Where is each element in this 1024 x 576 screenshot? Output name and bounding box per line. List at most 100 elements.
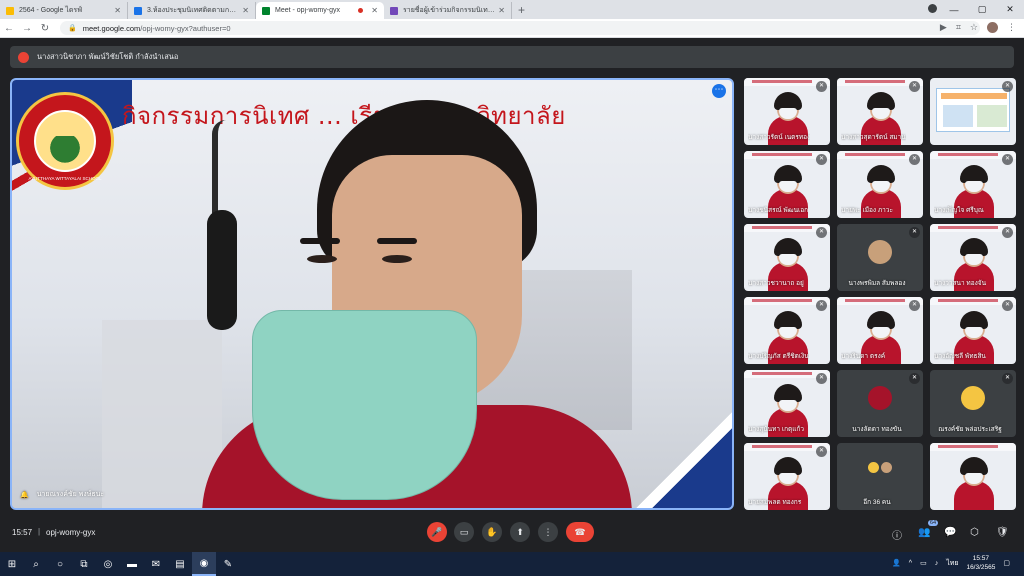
- mic-off-icon: ✕: [1002, 227, 1013, 238]
- close-window-button[interactable]: ✕: [996, 4, 1024, 15]
- network-icon[interactable]: ▭: [920, 559, 927, 567]
- search-icon[interactable]: ⌕: [24, 552, 48, 576]
- tab-search-icon[interactable]: [928, 4, 937, 13]
- presenting-banner: นางสาวนิชาภา พัฒน์วิชัยโชติ กำลังนำเสนอ: [10, 46, 1014, 68]
- qr-code-icon[interactable]: ⌗: [956, 22, 961, 33]
- close-tab-icon[interactable]: ✕: [242, 6, 249, 15]
- camera-button[interactable]: ▭: [454, 522, 474, 542]
- mic-off-icon: ✕: [909, 227, 920, 238]
- bookmark-star-icon[interactable]: ☆: [970, 22, 978, 33]
- participant-name: ณรงค์ชัย พล่อประเสริฐ: [938, 426, 1002, 433]
- raise-hand-button[interactable]: ✋: [482, 522, 502, 542]
- participant-tile[interactable]: ✕ นางลัดดา ทองขัน: [837, 370, 923, 437]
- recording-indicator-icon: [358, 8, 364, 13]
- browser-tab-active[interactable]: Meet - opj-womy-gyx ✕: [256, 2, 384, 19]
- camera-permission-icon[interactable]: ▶: [940, 22, 947, 33]
- chrome-menu-icon[interactable]: ⋮: [1007, 22, 1016, 33]
- avatar: [868, 386, 892, 410]
- participant-tile[interactable]: ✕ ณรงค์ชัย พล่อประเสริฐ: [930, 370, 1016, 437]
- chat-icon[interactable]: 💬: [944, 527, 956, 538]
- mic-muted-button[interactable]: 🎤: [427, 522, 447, 542]
- close-tab-icon[interactable]: ✕: [114, 6, 121, 15]
- participant-tile[interactable]: ✕ นางอัญชลี พัทธสิน: [930, 297, 1016, 364]
- lock-icon[interactable]: 🔒: [68, 24, 77, 32]
- paint-icon[interactable]: ✎: [216, 552, 240, 576]
- new-tab-button[interactable]: +: [518, 2, 525, 19]
- participant-tile[interactable]: ✕ นางชนิสรณ์ พัฒนเอก: [744, 151, 830, 218]
- participant-tile[interactable]: ✕ นายพะ เมือง ภาวะ: [837, 151, 923, 218]
- chrome-icon[interactable]: ◉: [192, 552, 216, 576]
- url-path: /opj-womy-gyx?authuser=0: [140, 23, 231, 33]
- mic-off-icon: ✕: [816, 154, 827, 165]
- system-clock[interactable]: 15:57 16/3/2565: [966, 554, 995, 572]
- participant-tile[interactable]: ✕ นางสาวชวานาถ อยู่: [744, 224, 830, 291]
- browser-tab[interactable]: 3.ห้องประชุมนิเทศติดตามการจัดการเรียนรู้…: [128, 2, 256, 19]
- participant-tile[interactable]: ✕ นางสาวรัตน์ เนตรทอง: [744, 78, 830, 145]
- participant-tile[interactable]: ✕ นางรินดา ตรงค์: [837, 297, 923, 364]
- participant-tile[interactable]: ✕ นางสาวสุดารัตน์ สมาน: [837, 78, 923, 145]
- meeting-info-icon[interactable]: ⓘ: [892, 527, 902, 542]
- tile-more-options-button[interactable]: ⋯: [712, 84, 726, 98]
- seal-text: AYUTTHAYA WITTAYALAI SCHOOL: [28, 176, 102, 181]
- participant-tile[interactable]: ✕ นางปริญภัส ตรีชิตเงิน: [744, 297, 830, 364]
- person-icon[interactable]: 👤: [892, 559, 901, 567]
- back-icon[interactable]: ←: [0, 23, 18, 34]
- input-language[interactable]: ไทย: [946, 558, 958, 569]
- forward-icon[interactable]: →: [18, 23, 36, 34]
- task-view-icon[interactable]: ⧉: [72, 552, 96, 576]
- close-tab-icon[interactable]: ✕: [371, 6, 378, 15]
- speaker-eye: [382, 255, 412, 263]
- speaker-name: นายณรงค์ชัย พงษ์ธนะ: [36, 491, 105, 498]
- mic-off-icon: ✕: [909, 373, 920, 384]
- host-controls-icon[interactable]: 🛡: [996, 527, 1009, 538]
- participant-tile[interactable]: ✕ นายสมพลต ทองกร: [744, 443, 830, 510]
- tab-title: รายชื่อผู้เข้าร่วมกิจกรรมนิเทศติดตามการจ…: [403, 7, 495, 14]
- minimize-button[interactable]: —: [940, 5, 968, 15]
- participant-tile[interactable]: [930, 443, 1016, 510]
- system-tray: 👤 ^ ▭ ♪ ไทย 15:57 16/3/2565 ▢: [892, 554, 1010, 572]
- more-options-button[interactable]: ⋮: [538, 522, 558, 542]
- windows-start-icon[interactable]: ⊞: [0, 552, 24, 576]
- participant-tile[interactable]: ✕: [930, 78, 1016, 145]
- reload-icon[interactable]: ↻: [36, 23, 54, 34]
- participant-tile[interactable]: ✕ นางวาสนา ทองจัน: [930, 224, 1016, 291]
- edge-icon[interactable]: ◎: [96, 552, 120, 576]
- maximize-button[interactable]: ▢: [968, 4, 996, 15]
- close-tab-icon[interactable]: ✕: [498, 6, 505, 15]
- volume-icon[interactable]: ♪: [935, 560, 939, 567]
- participant-tile[interactable]: อีก 36 คน: [837, 443, 923, 510]
- participant-name: นางชนิสรณ์ พัฒนเอก: [748, 207, 809, 214]
- mic-off-icon: ✕: [1002, 81, 1013, 92]
- present-screen-button[interactable]: ⬆: [510, 522, 530, 542]
- main-speaker-tile[interactable]: กิจกรรมการนิเทศ ... เรียนอยุธยาวิทยาลัย …: [10, 78, 734, 510]
- browser-tab[interactable]: รายชื่อผู้เข้าร่วมกิจกรรมนิเทศติดตามการจ…: [384, 2, 512, 19]
- avatar: [868, 240, 892, 264]
- mail-icon[interactable]: ✉: [144, 552, 168, 576]
- file-explorer-icon[interactable]: ▬: [120, 552, 144, 576]
- browser-tab[interactable]: 2564 - Google ไดรฟ์ ✕: [0, 2, 128, 19]
- participant-name: นางสาวรัตน์ เนตรทอง: [748, 134, 811, 141]
- participant-tile[interactable]: ✕ นางสุนันทา เกตุแก้ว: [744, 370, 830, 437]
- profile-avatar[interactable]: [987, 22, 998, 33]
- url-host: meet.google.com: [82, 23, 141, 33]
- show-hidden-icons-icon[interactable]: ^: [909, 560, 912, 567]
- participant-tile[interactable]: ✕ นางเพ็ญใจ ศรีบุณ: [930, 151, 1016, 218]
- leave-call-button[interactable]: ☎: [566, 522, 594, 542]
- presenting-text: นางสาวนิชาภา พัฒน์วิชัยโชติ กำลังนำเสนอ: [37, 52, 179, 61]
- url-field[interactable]: 🔒 meet.google.com/opj-womy-gyx?authuser=…: [60, 21, 980, 35]
- school-seal-logo: AYUTTHAYA WITTAYALAI SCHOOL: [16, 92, 114, 190]
- notifications-icon[interactable]: ▢: [1003, 559, 1010, 567]
- tab-title: 3.ห้องประชุมนิเทศติดตามการจัดการเรียนรู้: [147, 7, 239, 14]
- cortana-icon[interactable]: ○: [48, 552, 72, 576]
- store-icon[interactable]: ▤: [168, 552, 192, 576]
- participant-tile[interactable]: ✕ นางพรพิมล สัมพลอง: [837, 224, 923, 291]
- participant-count-badge: 64: [928, 520, 939, 526]
- mic-off-icon: ✕: [1002, 373, 1013, 384]
- avatar: [880, 461, 893, 474]
- presenter-avatar: [18, 51, 29, 63]
- participant-name: นางสุนันทา เกตุแก้ว: [748, 426, 805, 433]
- people-icon[interactable]: 👥: [918, 527, 930, 538]
- activities-icon[interactable]: ⬡: [970, 527, 979, 538]
- participant-name: นางลัดดา ทองขัน: [852, 426, 902, 433]
- participant-name: นายพะ เมือง ภาวะ: [841, 207, 893, 214]
